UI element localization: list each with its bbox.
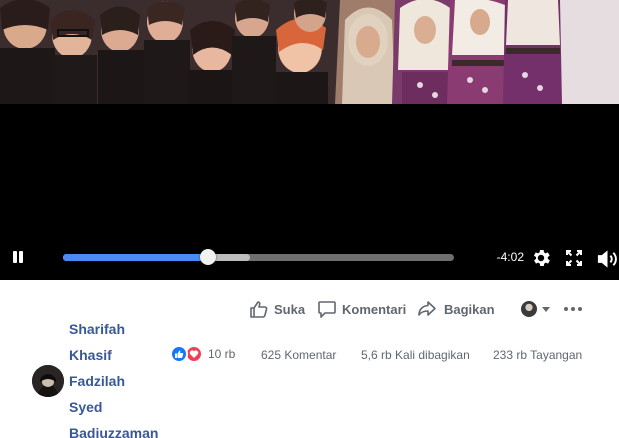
author-avatar[interactable] xyxy=(32,365,64,397)
video-frame[interactable] xyxy=(0,0,619,104)
more-options-icon[interactable] xyxy=(564,303,582,315)
pause-button[interactable] xyxy=(10,249,26,265)
reaction-count: 10 rb xyxy=(208,347,236,361)
author-name-line: Khasif xyxy=(69,347,112,363)
share-button[interactable]: Bagikan xyxy=(417,297,495,321)
progress-bar[interactable] xyxy=(63,249,454,265)
video-frame-image xyxy=(0,0,619,104)
like-reaction-icon xyxy=(170,345,188,363)
thumbs-up-icon xyxy=(250,301,268,318)
video-player[interactable]: -4:02 xyxy=(0,0,619,280)
author-name-line: Sharifah xyxy=(69,321,126,337)
share-label: Bagikan xyxy=(444,301,495,317)
profile-avatar-small xyxy=(521,301,537,317)
like-button[interactable]: Suka xyxy=(249,297,305,321)
like-label: Suka xyxy=(274,301,306,317)
author-avatar-image xyxy=(32,365,64,397)
reactions-summary[interactable]: 10 rb xyxy=(170,344,235,364)
time-remaining: -4:02 xyxy=(496,250,524,264)
comments-count-link[interactable]: 625 Komentar xyxy=(261,348,336,362)
comment-bubble-icon xyxy=(318,301,336,318)
author-name-line: Badiuzzaman xyxy=(69,425,159,438)
views-count: 233 rb Tayangan xyxy=(493,348,583,362)
comment-label: Komentari xyxy=(342,301,407,317)
pause-icon-bar-right xyxy=(19,251,23,263)
author-name-line: Syed xyxy=(69,399,103,415)
share-arrow-icon xyxy=(418,301,436,316)
fullscreen-icon[interactable] xyxy=(564,248,584,268)
video-controls: -4:02 xyxy=(0,238,619,280)
progress-scrubber-handle[interactable] xyxy=(200,249,217,265)
comment-button[interactable]: Komentari xyxy=(317,297,406,321)
author-name-link[interactable]: Sharifah Khasif Fadzilah Syed Badiuzzama… xyxy=(69,316,179,438)
shares-count-link[interactable]: 5,6 rb Kali dibagikan xyxy=(361,348,470,362)
author-name-line: Fadzilah xyxy=(69,373,126,389)
volume-icon[interactable] xyxy=(596,248,619,270)
settings-gear-icon[interactable] xyxy=(530,247,552,269)
progress-played xyxy=(63,254,209,261)
post-as-selector[interactable] xyxy=(521,301,550,317)
caret-down-icon xyxy=(542,306,550,312)
pause-icon-bar-left xyxy=(13,251,17,263)
